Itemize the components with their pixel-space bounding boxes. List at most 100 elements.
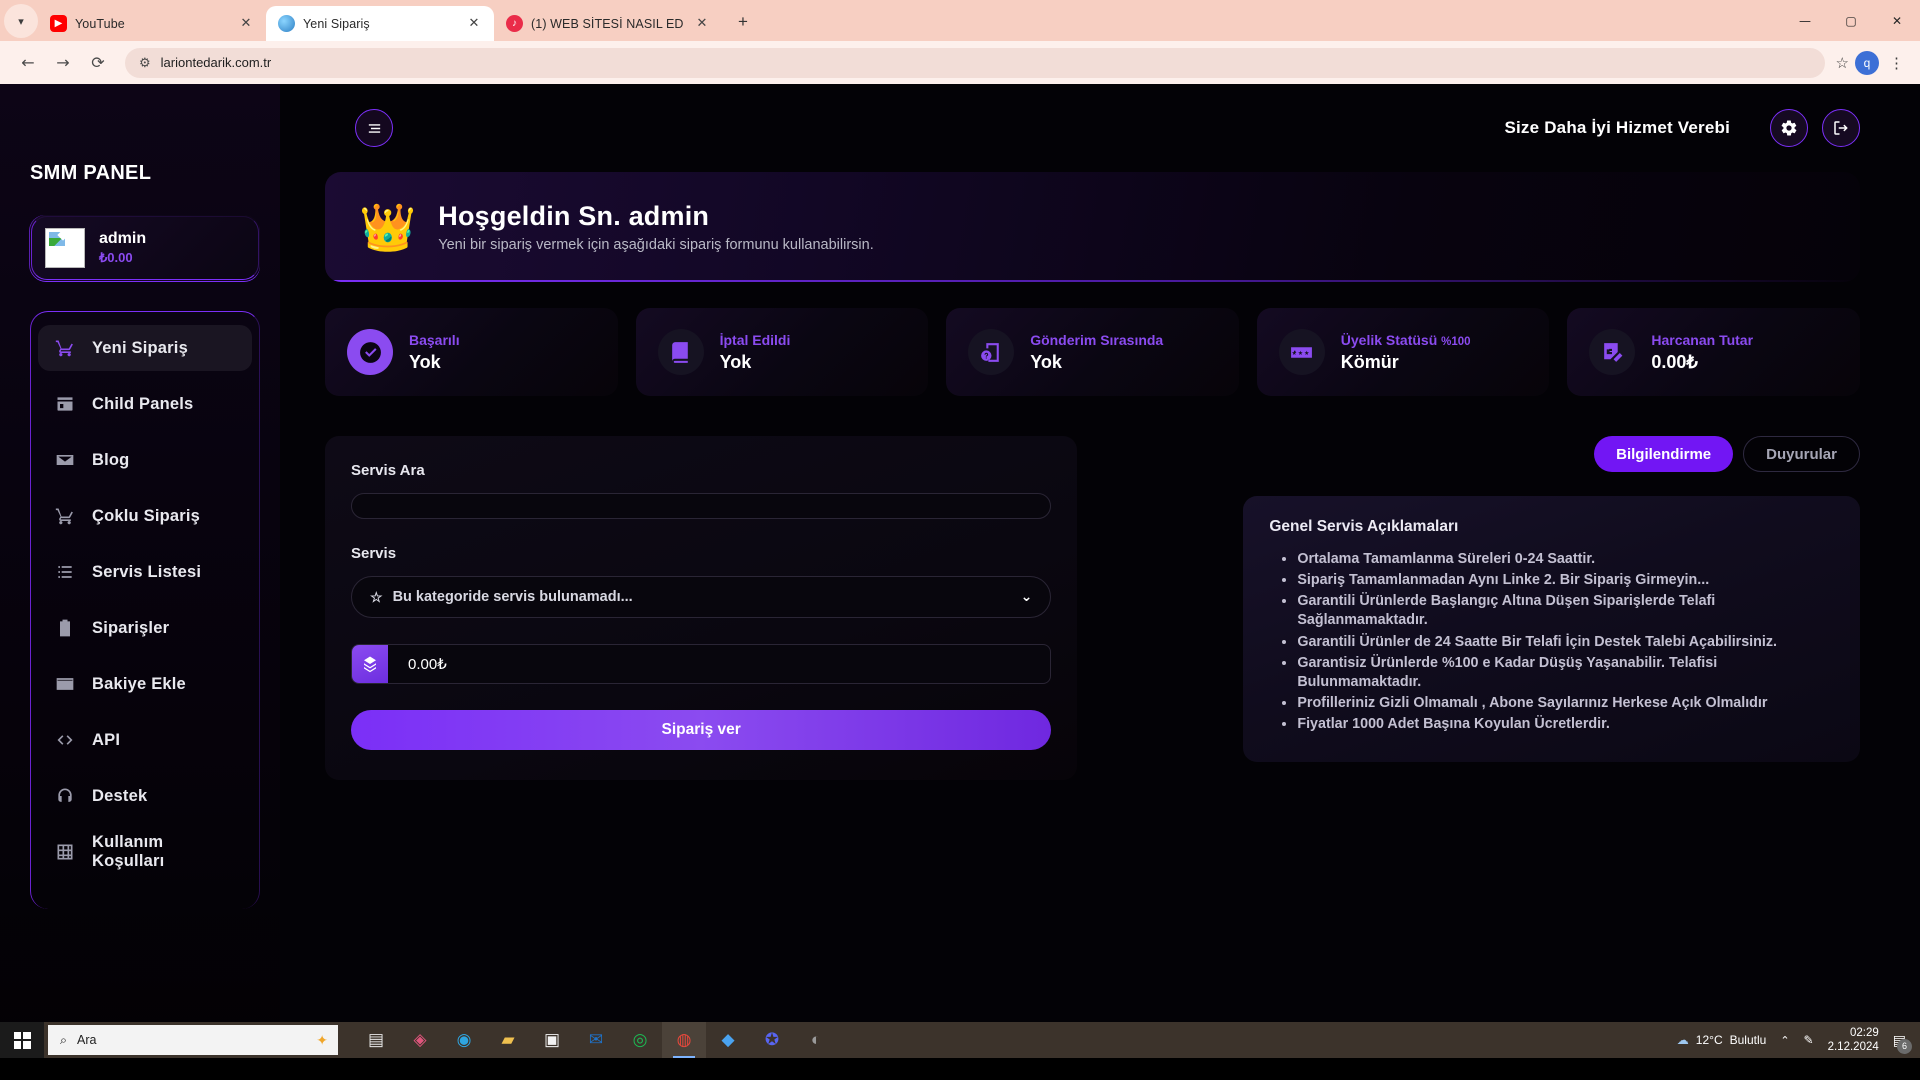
address-bar[interactable]: ⚙ lariontedarik.com.tr [125,47,1825,78]
weather-widget[interactable]: ☁ 12°C Bulutlu [1677,1033,1767,1047]
cloud-icon: ☁ [1676,1033,1689,1047]
sidebar-item-yeni-siparis[interactable]: Yeni Sipariş [38,325,252,371]
chrome-icon[interactable]: ◍ [662,1022,706,1058]
copilot-icon[interactable]: ◈ [398,1022,442,1058]
hamburger-icon [368,123,380,133]
sidebar-item-label: Bakiye Ekle [92,674,186,693]
tab-strip: ▾ ▶ YouTube ✕ Yeni Sipariş ✕ ♪ (1) WEB S… [0,0,1920,41]
cart-icon [54,337,76,359]
window-controls: — ▢ ✕ [1782,0,1920,41]
cancel-book-icon [657,329,704,375]
browser-tab-yeni-siparis[interactable]: Yeni Sipariş ✕ [266,6,494,41]
sidebar-item-coklu-siparis[interactable]: Çoklu Sipariş [38,493,252,539]
stat-card-basarili: Başarılı Yok [325,308,618,396]
youtube-icon: ▶ [50,15,67,32]
minimize-button[interactable]: — [1782,0,1828,41]
sidebar-item-label: Yeni Sipariş [92,338,188,357]
receipt-icon [1589,329,1636,375]
list-item: Garantili Ürünlerde Başlangıç Altına Düş… [1297,592,1834,630]
tab-duyurular[interactable]: Duyurular [1743,436,1860,472]
taskbar-search-input[interactable]: ⌕ Ara ✦ [48,1025,338,1055]
new-tab-button[interactable]: + [728,7,758,37]
chevron-down-icon: ⌄ [1020,589,1033,605]
close-icon[interactable]: ✕ [236,14,256,34]
amount-value: 0.00₺ [408,656,447,673]
tab-search-button[interactable]: ▾ [4,4,38,38]
notification-center-button[interactable]: ▤ 6 [1893,1032,1912,1054]
envelope-icon [54,449,76,471]
stat-text: Harcanan Tutar 0.00₺ [1651,332,1753,373]
browser-tab-youtube[interactable]: ▶ YouTube ✕ [38,6,266,41]
forward-button[interactable]: → [47,47,79,79]
stat-value: Yok [409,351,441,372]
user-card[interactable]: admin ₺0.00 [30,215,260,281]
app-icon[interactable]: ◆ [706,1022,750,1058]
service-select[interactable]: ☆ Bu kategoride servis bulunamadı... ⌄ [351,576,1052,618]
clock[interactable]: 02:29 2.12.2024 [1828,1026,1879,1055]
edge-icon[interactable]: ◉ [442,1022,486,1058]
service-search-input[interactable] [351,493,1052,519]
stat-label: İptal Edildi [719,331,791,348]
welcome-text: Hoşgeldin Sn. admin Yeni bir sipariş ver… [438,201,873,253]
search-icon: ⌕ [60,1032,68,1047]
windows-icon [13,1031,31,1049]
obs-icon[interactable]: ◐ [794,1022,838,1058]
stat-label-suffix: %100 [1441,335,1471,348]
sidebar-item-child-panels[interactable]: Child Panels [38,381,252,427]
sidebar-item-servis-listesi[interactable]: Servis Listesi [38,549,252,595]
page-title: SMM PANEL [30,162,152,184]
settings-button[interactable] [1770,109,1808,147]
sidebar-item-kullanim-kosullari[interactable]: Kullanım Koşulları [38,829,252,875]
avatar[interactable]: q [1855,50,1879,75]
gear-icon [1781,120,1797,136]
kebab-menu-icon[interactable]: ⋮ [1885,54,1908,72]
microsoft-store-icon[interactable]: ▣ [530,1022,574,1058]
sidebar-item-label: Child Panels [92,394,194,413]
stat-text: Başarılı Yok [409,332,460,373]
stat-value: Yok [1030,351,1062,372]
maximize-button[interactable]: ▢ [1828,0,1874,41]
outlook-icon[interactable]: ✉ [574,1022,618,1058]
user-meta: admin ₺0.00 [99,230,146,266]
sidebar-item-bakiye-ekle[interactable]: Bakiye Ekle [38,661,252,707]
sidebar-item-label: Kullanım Koşulları [92,833,165,870]
star-icon[interactable]: ☆ [1836,54,1849,72]
spotify-icon[interactable]: ◎ [618,1022,662,1058]
chevron-up-icon[interactable]: ⌃ [1780,1034,1789,1047]
notification-count: 6 [1897,1038,1912,1054]
sidebar-item-api[interactable]: API [38,717,252,763]
site-settings-icon[interactable]: ⚙ [139,55,151,71]
stat-label: Başarılı [409,331,460,348]
back-button[interactable]: ← [12,47,44,79]
stat-card-iptal-edildi: İptal Edildi Yok [635,308,929,396]
sidebar-item-blog[interactable]: Blog [38,437,252,483]
pen-icon[interactable]: ✎ [1804,1033,1814,1047]
submit-order-button[interactable]: Sipariş ver [351,710,1052,750]
menu-toggle-button[interactable] [355,109,393,147]
service-select-value: Bu kategoride servis bulunamadı... [392,589,633,605]
sidebar-item-label: Destek [92,786,148,805]
reload-button[interactable]: ⟳ [82,47,114,79]
star-outline-icon: ☆ [370,588,383,605]
sidebar-item-label: Siparişler [92,618,170,637]
sidebar-item-siparisler[interactable]: Siparişler [38,605,252,651]
logout-button[interactable] [1822,109,1860,147]
list-item: Ortalama Tamamlanma Süreleri 0-24 Saatti… [1297,550,1834,569]
file-explorer-icon[interactable]: ▰ [486,1022,530,1058]
tab-title: Yeni Sipariş [303,16,370,31]
start-button[interactable] [0,1022,44,1058]
sidebar: SMM PANEL admin ₺0.00 Yeni Sipariş Child… [0,84,280,1058]
close-window-button[interactable]: ✕ [1874,0,1920,41]
stat-label-main: Üyelik Statüsü [1340,331,1438,348]
amount-field[interactable]: 0.00₺ [351,644,1052,684]
slogan-text: Size Daha İyi Hizmet Verebi [1504,118,1730,137]
browser-window: ▾ ▶ YouTube ✕ Yeni Sipariş ✕ ♪ (1) WEB S… [0,0,1920,1080]
discord-icon[interactable]: ✪ [750,1022,794,1058]
headset-icon [54,785,76,807]
browser-tab-tiktok[interactable]: ♪ (1) WEB SİTESİ NASIL EDİTLENİ ✕ [494,6,722,41]
sidebar-item-destek[interactable]: Destek [38,773,252,819]
tab-bilgilendirme[interactable]: Bilgilendirme [1594,436,1734,472]
close-icon[interactable]: ✕ [464,14,484,34]
close-icon[interactable]: ✕ [692,14,712,34]
task-view-icon[interactable]: ▤ [354,1022,398,1058]
